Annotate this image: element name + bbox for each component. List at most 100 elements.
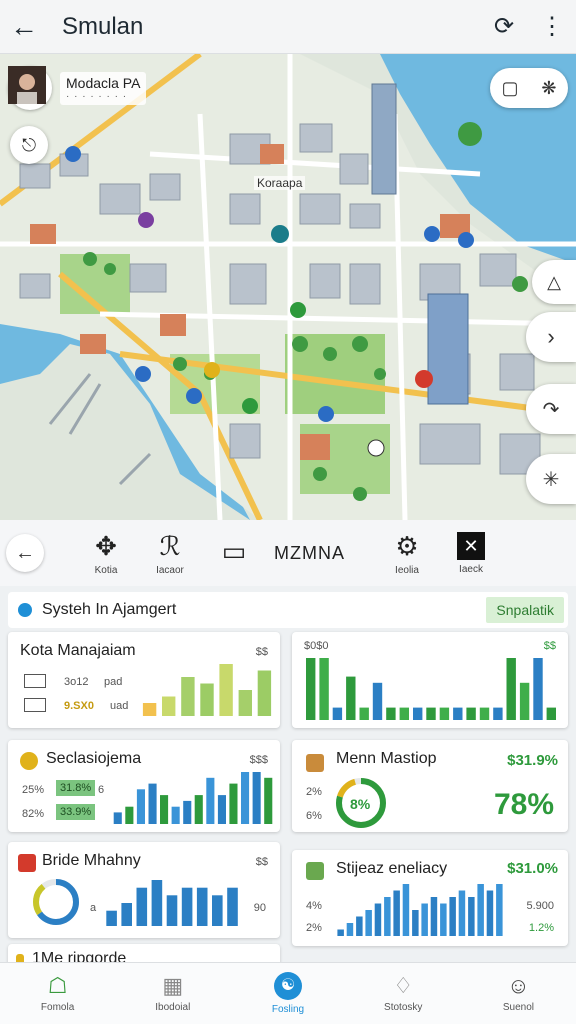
chart-bar	[412, 910, 419, 936]
chart-bar	[374, 903, 382, 936]
chart-bar	[183, 800, 192, 824]
card-overview[interactable]: $0$0 $$	[292, 632, 568, 728]
close-box-icon: ✕	[457, 531, 485, 560]
chart-bar	[229, 783, 238, 824]
chart-bar	[453, 707, 463, 720]
card-seclas[interactable]: Seclasiojema $$$ 25% 31.8% 6 82% 33.9%	[8, 740, 280, 832]
tool-label: Iacaor	[156, 564, 184, 576]
chart-bar	[477, 884, 484, 936]
chart-bar	[171, 806, 180, 824]
more-button[interactable]: ⋮	[528, 0, 576, 54]
chart-bar	[194, 795, 203, 824]
map-tool-button[interactable]: ⎋	[10, 126, 48, 164]
map-next-button[interactable]: ›	[526, 312, 576, 362]
card-menn[interactable]: Menn Mastiop $31.9% 2% 6% 8% 78%	[292, 740, 568, 832]
chart-bar	[359, 707, 369, 720]
chart-bar	[106, 910, 117, 926]
city-map[interactable]: Modacla PA · · · · · · · · ⎋ ▢ ❋ Koraapa…	[0, 54, 576, 520]
nav-item-fosling[interactable]: ☯ Fosling	[230, 963, 345, 1024]
chart-bar	[252, 772, 261, 824]
row-c: 6	[98, 784, 105, 796]
bride-bar-chart	[106, 880, 238, 926]
chart-bar	[125, 806, 134, 824]
nav-item-fomola[interactable]: ☖ Fomola	[0, 963, 115, 1024]
profile-text: Modacla PA · · · · · · · ·	[60, 71, 147, 105]
refresh-icon: ⟳	[493, 13, 515, 40]
profile-subtitle: · · · · · · · ·	[66, 90, 128, 102]
chart-bar	[136, 789, 145, 824]
row-a: 25%	[22, 784, 45, 796]
satellite-icon: ✥	[95, 530, 117, 561]
chart-bar	[238, 690, 252, 716]
status-badge[interactable]: Snpalatik	[486, 597, 564, 623]
chart-bar	[439, 707, 450, 720]
toolbar-back-button[interactable]: ←	[6, 534, 44, 572]
chart-bar	[136, 887, 148, 926]
profile-chip[interactable]: Modacla PA · · · · · · · ·	[8, 66, 147, 110]
nav-item-suenol[interactable]: ☺ Suenol	[461, 963, 576, 1024]
compass-icon: △	[547, 271, 561, 292]
ring-chart	[33, 879, 79, 925]
chart-bar	[546, 707, 556, 720]
chart-bar	[486, 890, 494, 936]
card-corner-left: $0$0	[304, 640, 329, 652]
chart-bar	[365, 910, 372, 936]
card-kota[interactable]: Kota Manajaiam $$ 3o12 pad 9.SX0 uad	[8, 632, 280, 728]
arrow-left-icon: ←	[15, 541, 35, 564]
row-a: 82%	[22, 808, 45, 820]
chart-bar	[426, 707, 436, 720]
left-value: 2%	[306, 786, 322, 798]
tool-label: Kotia	[94, 564, 118, 576]
chart-bar	[212, 895, 223, 926]
chart-bar	[440, 903, 447, 936]
row-text: pad	[104, 676, 123, 688]
checkbox[interactable]	[24, 674, 46, 688]
map-route-button[interactable]: ↷	[526, 384, 576, 434]
chart-bar	[386, 707, 396, 720]
chart-bar	[162, 696, 176, 716]
system-title: Systeh In Ajamgert	[42, 601, 177, 618]
bell-icon: ♢	[393, 973, 414, 998]
tool-kotia[interactable]: ✥ Kotia	[74, 523, 138, 583]
chart-bar	[384, 897, 391, 936]
chart-bar	[219, 664, 233, 716]
chart-bar	[356, 916, 363, 936]
refresh-button[interactable]: ⟳	[480, 0, 528, 54]
card-bride[interactable]: Bride Mhahny $$ a 90	[8, 842, 280, 938]
avatar[interactable]	[8, 66, 52, 110]
tool-iacaor[interactable]: ℛ Iacaor	[138, 523, 202, 583]
chart-bar	[449, 897, 456, 936]
layers-icon[interactable]: ▢	[501, 78, 518, 99]
app-bar: ← Smulan ⟳ ⋮	[0, 0, 576, 54]
settings-icon: ⚙	[395, 530, 419, 561]
left-value: 6%	[306, 810, 322, 822]
route-icon: ↷	[542, 398, 560, 421]
tool-screen[interactable]: ▭	[202, 523, 266, 583]
kota-bar-chart	[142, 664, 272, 716]
chart-bar	[421, 903, 428, 936]
chart-bar	[519, 682, 530, 720]
map-layer-controls[interactable]: ▢ ❋	[490, 68, 568, 108]
map-effects-button[interactable]: ✳	[526, 454, 576, 504]
coin-icon	[20, 752, 38, 770]
checkbox[interactable]	[24, 698, 46, 712]
map-zoom-button[interactable]: △	[532, 260, 576, 304]
arrow-left-icon: ←	[10, 10, 38, 42]
nav-label: Ibodoial	[155, 1002, 191, 1013]
row-b: 31.8%	[56, 780, 96, 796]
info-icon	[18, 603, 32, 617]
back-button[interactable]: ←	[0, 0, 48, 54]
tool-iaeck[interactable]: ✕ Iaeck	[439, 523, 503, 583]
sparkle-icon[interactable]: ❋	[541, 78, 556, 99]
tool-bar: ← ✥ Kotia ℛ Iacaor ▭ MZMNA ⚙ Ieolia ✕ Ia…	[0, 520, 576, 586]
nav-item-ibodoial[interactable]: ▦ Ibodoial	[115, 963, 230, 1024]
tool-ieolia[interactable]: ⚙ Ieolia	[375, 523, 439, 583]
globe-icon: ☯	[274, 972, 302, 1000]
chevron-right-icon: ›	[547, 324, 555, 349]
chart-bar	[181, 887, 193, 926]
nav-item-stotosky[interactable]: ♢ Stotosky	[346, 963, 461, 1024]
chart-bar	[466, 707, 476, 720]
card-stijeaz[interactable]: Stijeaz eneliacy $31.0% 4% 2% 5.900 1.2%	[292, 850, 568, 946]
chart-bar	[346, 676, 356, 720]
chart-bar	[337, 929, 344, 936]
